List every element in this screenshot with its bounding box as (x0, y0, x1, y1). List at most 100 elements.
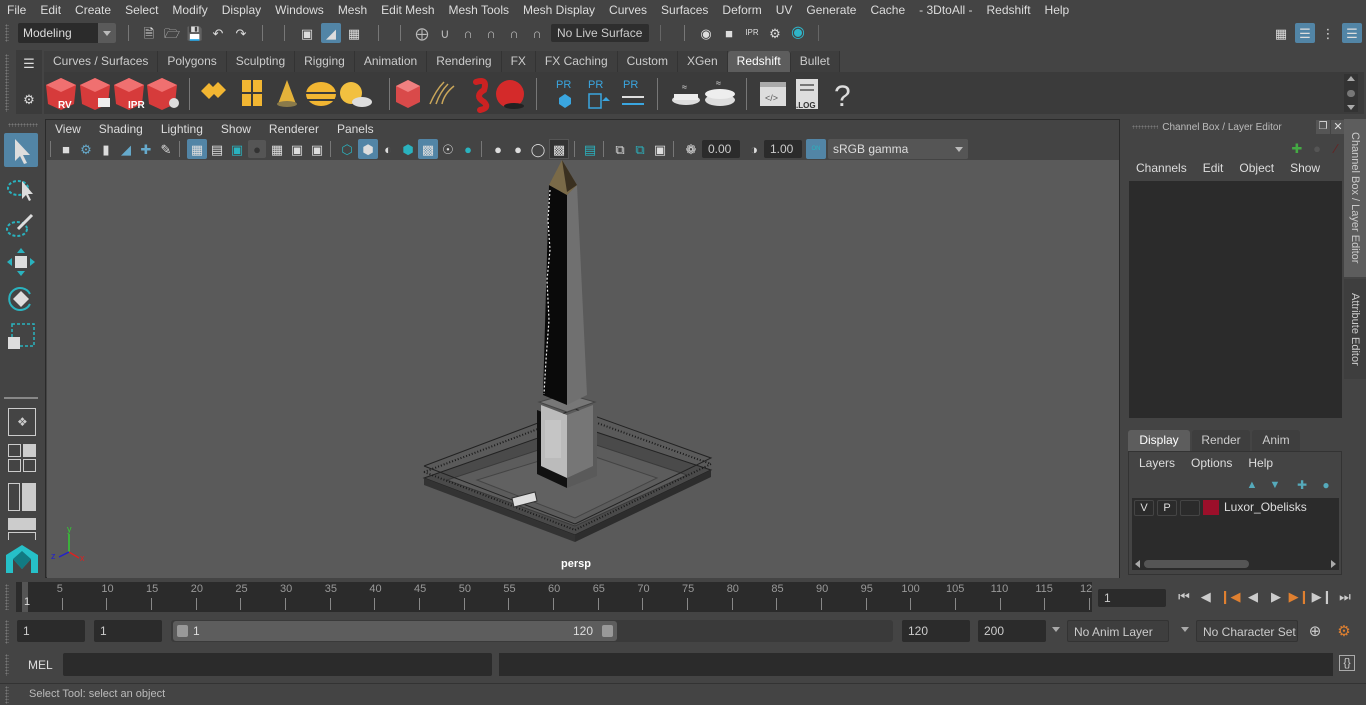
use-all-lights-icon[interactable]: ☉ (439, 140, 457, 158)
render-current-icon[interactable]: ■ (720, 24, 738, 42)
command-language-toggle[interactable]: MEL (28, 658, 53, 672)
rs-dome-light-icon[interactable] (306, 82, 336, 106)
grease-pencil-icon[interactable]: ✎ (157, 140, 175, 158)
rs-portal-light-icon[interactable] (242, 80, 262, 106)
xray-icon[interactable]: ⧉ (611, 140, 629, 158)
motion-blur-icon[interactable]: ● (509, 140, 527, 158)
select-component-icon[interactable]: ▦ (345, 24, 363, 42)
rs-sun-sky-icon[interactable] (340, 82, 372, 107)
redshift-rv-icon[interactable]: RV (46, 78, 76, 111)
menu-generate[interactable]: Generate (799, 0, 863, 20)
manipulator-icon[interactable]: ✚ (1288, 139, 1306, 157)
step-back-key-icon[interactable]: ❙◀ (1220, 588, 1241, 606)
layer-color-swatch[interactable] (1203, 500, 1219, 515)
tool-settings-icon[interactable]: ⋮ (1319, 24, 1337, 42)
rs-area-light-icon[interactable] (201, 82, 226, 99)
resolution-gate-icon[interactable]: ▣ (228, 140, 246, 158)
attribute-editor-toggle-icon[interactable]: ☰ (1295, 23, 1315, 43)
snap-view-icon[interactable]: ∩ (482, 24, 500, 42)
shelf-tab-custom[interactable]: Custom (617, 51, 678, 72)
scroll-right-icon[interactable] (1331, 560, 1336, 568)
animation-end-field[interactable]: 200 (978, 620, 1046, 642)
isolate-select-icon[interactable]: ▤ (581, 140, 599, 158)
redo-icon[interactable]: ↷ (232, 24, 250, 42)
layer-visibility-toggle[interactable]: V (1134, 500, 1154, 516)
options-menu[interactable]: Options (1191, 456, 1232, 470)
step-forward-key-icon[interactable]: ▶❙ (1289, 588, 1310, 606)
shelf-scroll-menu-icon[interactable] (1347, 90, 1355, 97)
shelf-scroll[interactable] (1344, 74, 1358, 112)
step-back-icon[interactable]: ◀ (1198, 588, 1216, 606)
screen-space-ao-icon[interactable]: ● (489, 140, 507, 158)
script-editor-button[interactable]: {} (1339, 655, 1355, 671)
live-surface-field[interactable]: No Live Surface (551, 24, 649, 42)
menu-redshift[interactable]: Redshift (980, 0, 1038, 20)
menu-windows[interactable]: Windows (268, 0, 331, 20)
redshift-ipr-icon[interactable]: IPR (114, 78, 145, 111)
shadows-icon[interactable]: ● (459, 140, 477, 158)
snap-curve-icon[interactable]: ∪ (436, 24, 454, 42)
animation-start-field[interactable]: 1 (17, 620, 85, 642)
menu-mesh[interactable]: Mesh (331, 0, 374, 20)
range-start-grip[interactable] (177, 625, 188, 637)
hypershade-icon[interactable]: ◉ (789, 24, 807, 42)
shelf-scroll-down-icon[interactable] (1347, 105, 1355, 110)
range-slider-track[interactable]: 1 120 (171, 620, 893, 642)
speed-icon[interactable]: ● (1308, 139, 1326, 157)
viewport-menu-panels[interactable]: Panels (328, 120, 383, 138)
select-hierarchy-icon[interactable]: ▣ (298, 24, 316, 42)
command-input[interactable] (63, 653, 492, 676)
layer-help-menu[interactable]: Help (1248, 456, 1273, 470)
new-layer-selected-icon[interactable]: ● (1317, 476, 1335, 494)
select-object-icon[interactable]: ◢ (321, 23, 341, 43)
viewport-menu-renderer[interactable]: Renderer (260, 120, 328, 138)
show-menu[interactable]: Show (1290, 161, 1320, 175)
workspace-mode-dropdown[interactable]: Modeling (18, 23, 116, 43)
wireframe-icon[interactable]: ⬡ (338, 140, 356, 158)
shelf-tab-bullet[interactable]: Bullet (790, 51, 840, 72)
2d-pan-zoom-icon[interactable]: ✚ (137, 140, 155, 158)
viewport-menu-shading[interactable]: Shading (90, 120, 152, 138)
go-to-end-icon[interactable]: ⏭ (1336, 588, 1354, 606)
rotate-tool[interactable] (4, 282, 38, 316)
float-panel-icon[interactable]: ❐ (1316, 120, 1330, 134)
modeling-toolkit-icon[interactable]: ▦ (1272, 24, 1290, 42)
help-icon[interactable]: ? (834, 80, 851, 113)
smooth-shade-icon[interactable]: ⬢ (358, 139, 378, 159)
viewport-canvas[interactable]: y x z persp (47, 160, 1119, 578)
ipr-render-icon[interactable]: IPR (743, 24, 761, 42)
gamma-field[interactable]: 1.00 (764, 140, 802, 158)
pr-object-icon[interactable]: PR (556, 79, 571, 108)
render-settings-icon[interactable]: ⚙ (766, 24, 784, 42)
pr-swap-icon[interactable]: PR (622, 79, 644, 105)
playback-start-field[interactable]: 1 (94, 620, 162, 642)
channel-box-toggle-icon[interactable]: ☰ (1342, 23, 1362, 43)
rs-proxy-icon[interactable] (396, 80, 420, 108)
play-forward-icon[interactable]: ▶ (1267, 588, 1285, 606)
shelf-scroll-up-icon[interactable] (1347, 76, 1355, 81)
anim-layer-chevron-icon[interactable] (1052, 627, 1060, 632)
script-editor-icon[interactable]: </> (760, 82, 786, 106)
grid-toggle-icon[interactable]: ▦ (187, 139, 207, 159)
anti-aliasing-icon[interactable]: ◯ (529, 140, 547, 158)
bookmark-icon[interactable]: ▮ (97, 140, 115, 158)
menu-3dtoall[interactable]: - 3DtoAll - (912, 0, 979, 20)
shelf-tab-xgen[interactable]: XGen (677, 51, 728, 72)
wireframe-on-shaded-icon[interactable]: ⬢ (399, 140, 417, 158)
rs-sphere-icon[interactable] (496, 80, 524, 109)
new-scene-icon[interactable]: 🗎 (140, 24, 158, 42)
render-view-icon[interactable]: ◉ (697, 24, 715, 42)
snap-point-icon[interactable]: ∩ (459, 24, 477, 42)
shelf-tab-redshift[interactable]: Redshift (727, 51, 791, 72)
redshift-settings-icon[interactable] (147, 78, 179, 110)
menu-surfaces[interactable]: Surfaces (654, 0, 715, 20)
rs-hair-icon[interactable] (429, 81, 455, 105)
menu-help[interactable]: Help (1038, 0, 1077, 20)
color-space-dropdown[interactable]: sRGB gamma (828, 139, 968, 159)
layer-list-hscroll[interactable] (1132, 558, 1339, 570)
close-panel-icon[interactable]: ✕ (1331, 120, 1345, 134)
channels-menu[interactable]: Channels (1136, 161, 1187, 175)
select-tool[interactable] (4, 133, 38, 167)
camera-attributes-icon[interactable]: ⚙ (77, 140, 95, 158)
layers-menu[interactable]: Layers (1139, 456, 1175, 470)
